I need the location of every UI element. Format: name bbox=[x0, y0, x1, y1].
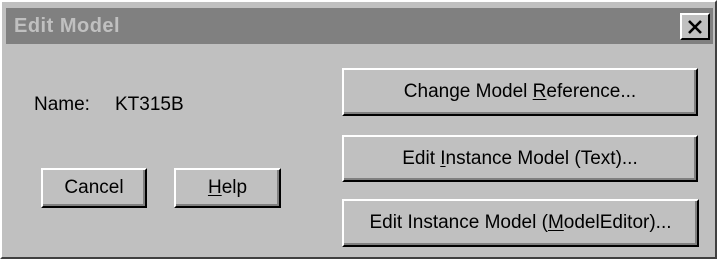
edit-model-dialog: Edit Model Name: KT315B Change Model Ref… bbox=[0, 0, 717, 259]
cancel-label: Cancel bbox=[64, 177, 124, 198]
title-bar[interactable]: Edit Model bbox=[6, 8, 713, 44]
help-button[interactable]: Help bbox=[174, 168, 281, 208]
close-button[interactable] bbox=[680, 13, 710, 40]
change-model-reference-label: Change Model Reference... bbox=[403, 81, 637, 102]
help-label: Help bbox=[207, 177, 248, 198]
edit-instance-model-editor-label: Edit Instance Model (ModelEditor)... bbox=[369, 212, 672, 233]
dialog-title: Edit Model bbox=[14, 15, 121, 37]
name-value: KT315B bbox=[115, 94, 184, 115]
cancel-button[interactable]: Cancel bbox=[41, 168, 147, 208]
close-icon bbox=[687, 19, 703, 34]
edit-instance-model-text-button[interactable]: Edit Instance Model (Text)... bbox=[342, 135, 698, 182]
change-model-reference-button[interactable]: Change Model Reference... bbox=[342, 68, 698, 116]
edit-instance-model-text-label: Edit Instance Model (Text)... bbox=[402, 147, 638, 169]
edit-instance-model-editor-button[interactable]: Edit Instance Model (ModelEditor)... bbox=[342, 199, 699, 247]
name-label: Name: bbox=[34, 94, 90, 115]
